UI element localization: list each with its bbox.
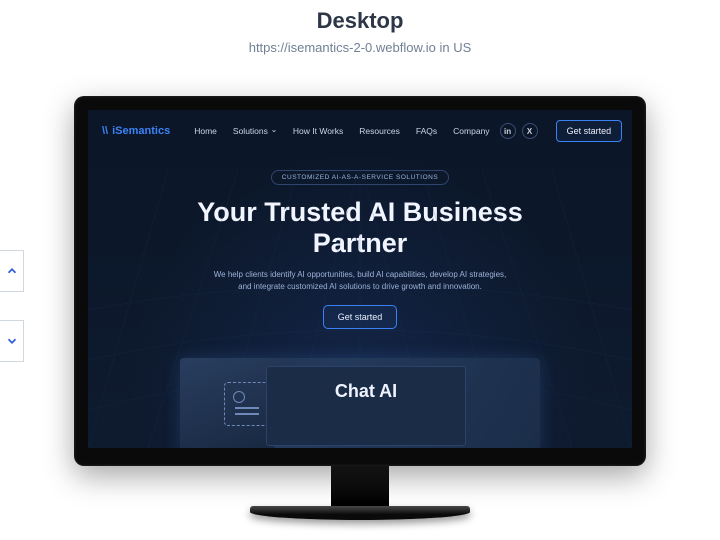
- chevron-up-icon: [5, 264, 19, 278]
- nav-cta-button[interactable]: Get started: [556, 120, 623, 142]
- hero-media: Chat AI: [180, 358, 540, 448]
- monitor-bezel: \\ iSemantics Home Solutions How It Work…: [74, 96, 646, 466]
- nav-link-resources[interactable]: Resources: [359, 126, 400, 136]
- brand-name: iSemantics: [112, 125, 170, 137]
- linkedin-icon[interactable]: in: [500, 123, 516, 139]
- nav-link-how-it-works[interactable]: How It Works: [293, 126, 343, 136]
- hero-cta-button[interactable]: Get started: [323, 305, 398, 329]
- monitor-stand-neck: [331, 466, 389, 506]
- chevron-down-icon: [5, 334, 19, 348]
- site-navbar: \\ iSemantics Home Solutions How It Work…: [88, 110, 632, 148]
- monitor-stand-base: [250, 506, 470, 520]
- hero-subtitle: We help clients identify AI opportunitie…: [210, 269, 510, 293]
- nav-link-faqs[interactable]: FAQs: [416, 126, 437, 136]
- hero-eyebrow: CUSTOMIZED AI-AS-A-SERVICE SOLUTIONS: [271, 170, 449, 185]
- media-label: Chat AI: [335, 381, 397, 402]
- monitor-mockup: \\ iSemantics Home Solutions How It Work…: [74, 96, 646, 520]
- media-panel-center: Chat AI: [266, 366, 466, 446]
- nav-link-company[interactable]: Company: [453, 126, 489, 136]
- brand-mark-icon: \\: [102, 125, 108, 137]
- monitor-screen: \\ iSemantics Home Solutions How It Work…: [88, 110, 632, 448]
- prev-button[interactable]: [0, 250, 24, 292]
- hero-section: CUSTOMIZED AI-AS-A-SERVICE SOLUTIONS You…: [88, 148, 632, 329]
- device-title: Desktop: [0, 8, 720, 34]
- ai-chip-icon: [224, 382, 268, 426]
- preview-header: Desktop https://isemantics-2-0.webflow.i…: [0, 0, 720, 55]
- nav-link-home[interactable]: Home: [194, 126, 217, 136]
- next-button[interactable]: [0, 320, 24, 362]
- preview-nav-controls: [0, 250, 24, 362]
- preview-url: https://isemantics-2-0.webflow.io in US: [0, 40, 720, 55]
- social-links: in X: [500, 123, 538, 139]
- nav-links: Home Solutions How It Works Resources FA…: [194, 126, 489, 136]
- chevron-down-icon: [271, 128, 277, 134]
- brand-logo[interactable]: \\ iSemantics: [102, 125, 170, 137]
- website-preview: \\ iSemantics Home Solutions How It Work…: [88, 110, 632, 448]
- x-twitter-icon[interactable]: X: [522, 123, 538, 139]
- nav-link-solutions[interactable]: Solutions: [233, 126, 277, 136]
- hero-title: Your Trusted AI Business Partner: [128, 197, 592, 259]
